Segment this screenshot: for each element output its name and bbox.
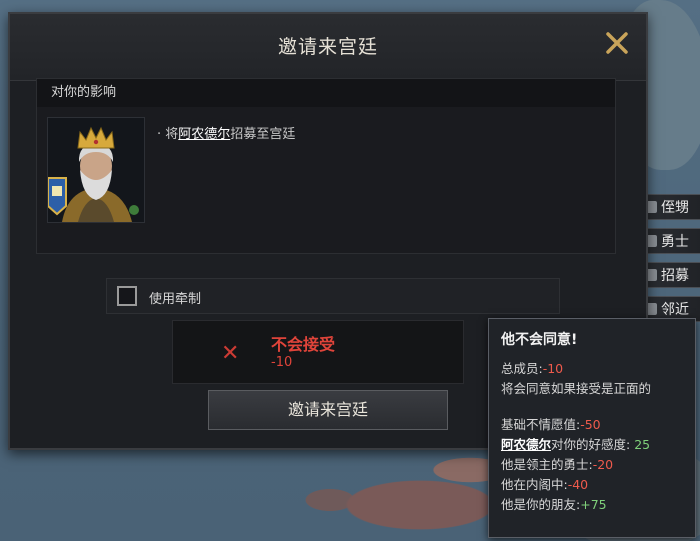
- close-icon: [606, 32, 628, 54]
- use-hook-label: 使用牵制: [149, 292, 202, 307]
- close-button[interactable]: [604, 30, 630, 56]
- invite-to-court-button[interactable]: 邀请来宫廷: [208, 390, 448, 430]
- tooltip-condition: 将会同意如果接受是正面的: [501, 381, 652, 396]
- tooltip-row: 他在内阁中:-40: [501, 477, 589, 492]
- side-item-recruit[interactable]: 招募: [640, 262, 700, 288]
- acceptance-tooltip: 他不会同意! 总成员:-10 将会同意如果接受是正面的 基础不情愿值:-50 阿…: [488, 318, 696, 538]
- side-item-nephew[interactable]: 侄甥: [640, 194, 700, 220]
- character-name-link[interactable]: 阿农德尔: [501, 437, 551, 452]
- tooltip-total: 总成员:-10: [501, 361, 564, 376]
- character-portrait[interactable]: [47, 117, 145, 223]
- dialog-header: 邀请来宫廷: [10, 14, 646, 81]
- x-icon: ✕: [221, 341, 240, 366]
- verdict-text: 不会接受: [271, 335, 336, 354]
- effect-panel: 对你的影响 · 将阿农德尔招募至宫廷: [36, 78, 616, 254]
- side-event-list: 侄甥 勇士 招募 邻近: [640, 190, 700, 330]
- use-hook-row: 使用牵制: [106, 278, 560, 314]
- effect-description: · 将阿农德尔招募至宫廷: [157, 127, 296, 142]
- character-name-link[interactable]: 阿农德尔: [178, 127, 230, 142]
- tooltip-row: 他是你的朋友:+75: [501, 497, 607, 512]
- side-item-champion[interactable]: 勇士: [640, 228, 700, 254]
- tooltip-title: 他不会同意!: [501, 332, 578, 348]
- crown-portrait: [48, 118, 144, 222]
- effect-header: 对你的影响: [37, 79, 615, 107]
- tooltip-row: 基础不情愿值:-50: [501, 417, 601, 432]
- verdict-value: -10: [271, 355, 293, 370]
- banner-icon: [48, 177, 67, 216]
- acceptance-verdict: ✕ 不会接受 -10: [172, 320, 464, 384]
- tooltip-row: 阿农德尔对你的好感度: 25: [501, 437, 651, 452]
- tooltip-row: 他是领主的勇士:-20: [501, 457, 614, 472]
- use-hook-checkbox[interactable]: [117, 286, 137, 306]
- dialog-title: 邀请来宫廷: [277, 36, 378, 58]
